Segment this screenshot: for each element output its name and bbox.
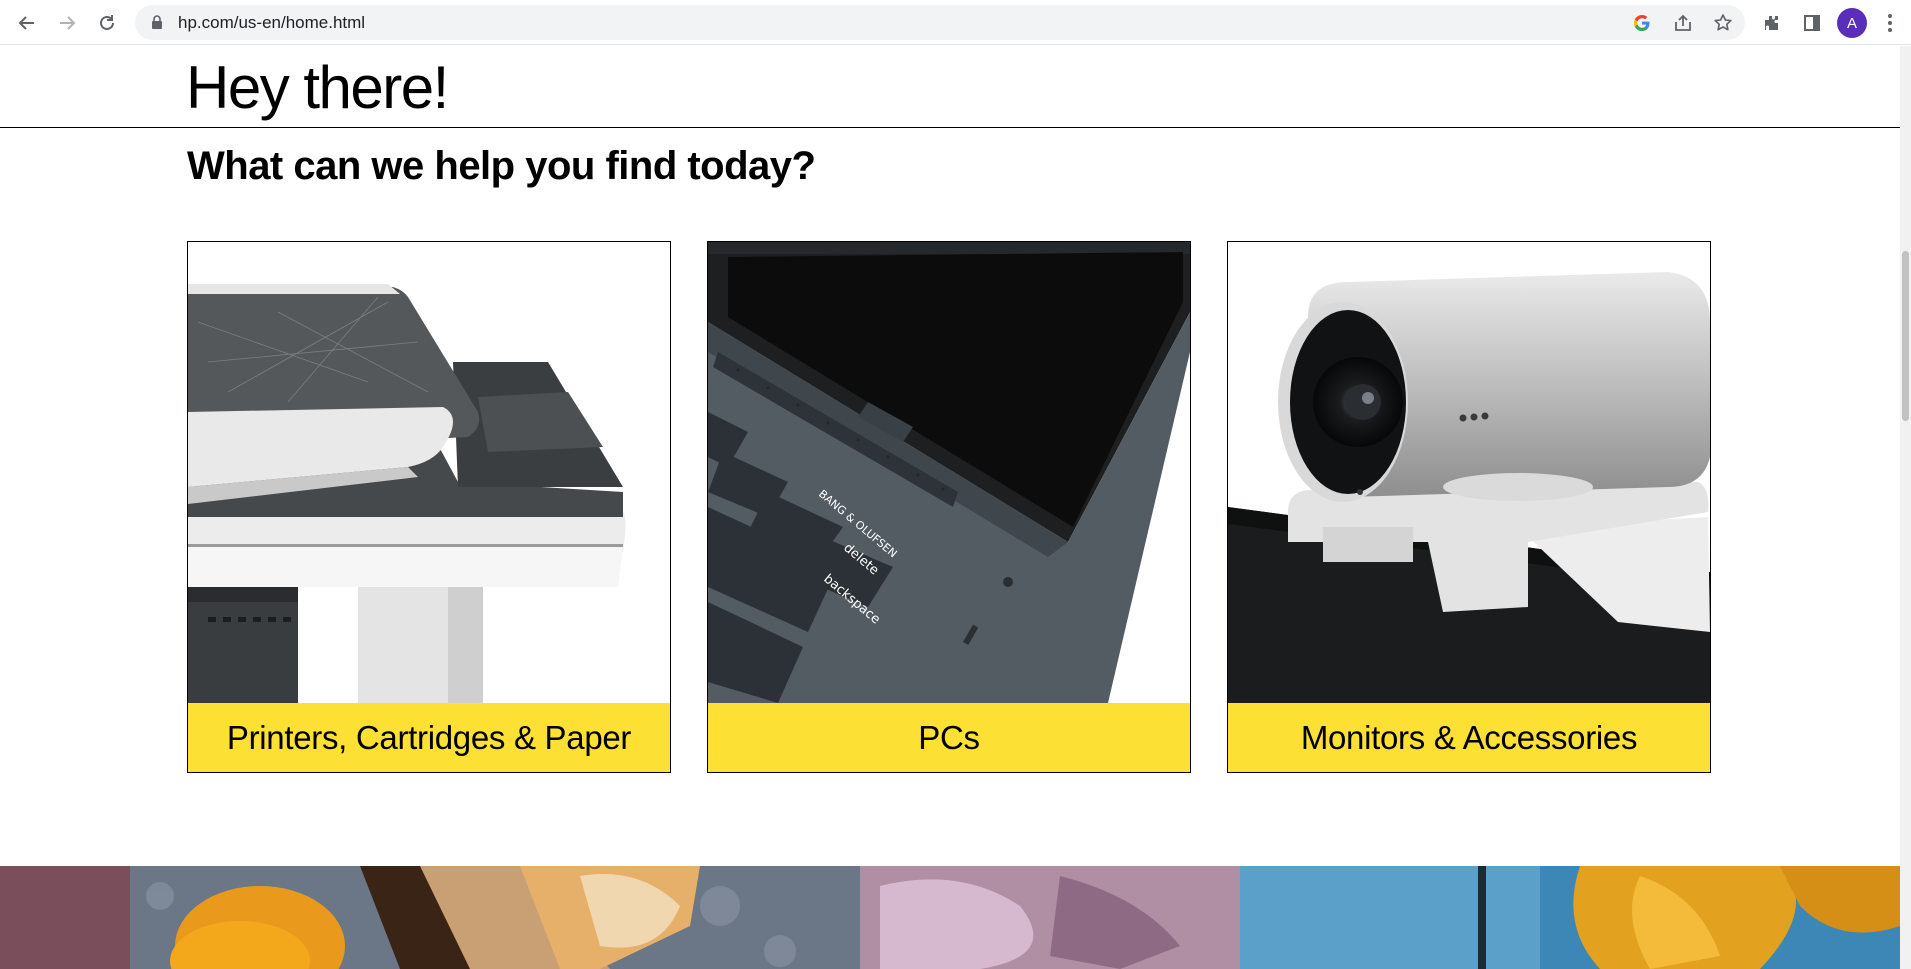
category-label[interactable]: PCs <box>708 703 1190 772</box>
address-bar[interactable]: hp.com/us-en/home.html <box>135 5 1745 40</box>
divider <box>0 127 1900 128</box>
avatar[interactable]: A <box>1837 8 1867 38</box>
category-label[interactable]: Monitors & Accessories <box>1228 703 1710 772</box>
lock-icon[interactable] <box>151 15 163 35</box>
back-icon[interactable] <box>12 8 42 38</box>
category-card-monitors[interactable]: Monitors & Accessories <box>1227 241 1711 773</box>
share-icon[interactable] <box>1670 10 1696 36</box>
page-greeting: Hey there! <box>186 54 449 121</box>
category-card-pcs[interactable]: backspace delete BANG & OLUFSEN PCs <box>707 241 1191 773</box>
page-viewport: Hey there! What can we help you find tod… <box>0 46 1900 969</box>
laptop-image: backspace delete BANG & OLUFSEN <box>708 242 1190 703</box>
promo-banner-image <box>0 866 1900 969</box>
reload-icon[interactable] <box>92 8 122 38</box>
extensions-icon[interactable] <box>1757 8 1787 38</box>
browser-toolbar: hp.com/us-en/home.html A <box>0 0 1911 45</box>
category-label[interactable]: Printers, Cartridges & Paper <box>188 703 670 772</box>
url-text[interactable]: hp.com/us-en/home.html <box>178 5 365 40</box>
webcam-image <box>1228 242 1710 703</box>
scrollbar-thumb[interactable] <box>1902 251 1909 421</box>
page-subheading: What can we help you find today? <box>187 144 816 188</box>
google-icon[interactable] <box>1629 10 1655 36</box>
page-scrollbar[interactable] <box>1900 46 1911 969</box>
category-card-printers[interactable]: Printers, Cartridges & Paper <box>187 241 671 773</box>
printer-image <box>188 242 670 703</box>
more-menu-icon[interactable] <box>1880 10 1900 36</box>
bookmark-star-icon[interactable] <box>1710 10 1736 36</box>
side-panel-icon[interactable] <box>1797 8 1827 38</box>
forward-icon[interactable] <box>52 8 82 38</box>
